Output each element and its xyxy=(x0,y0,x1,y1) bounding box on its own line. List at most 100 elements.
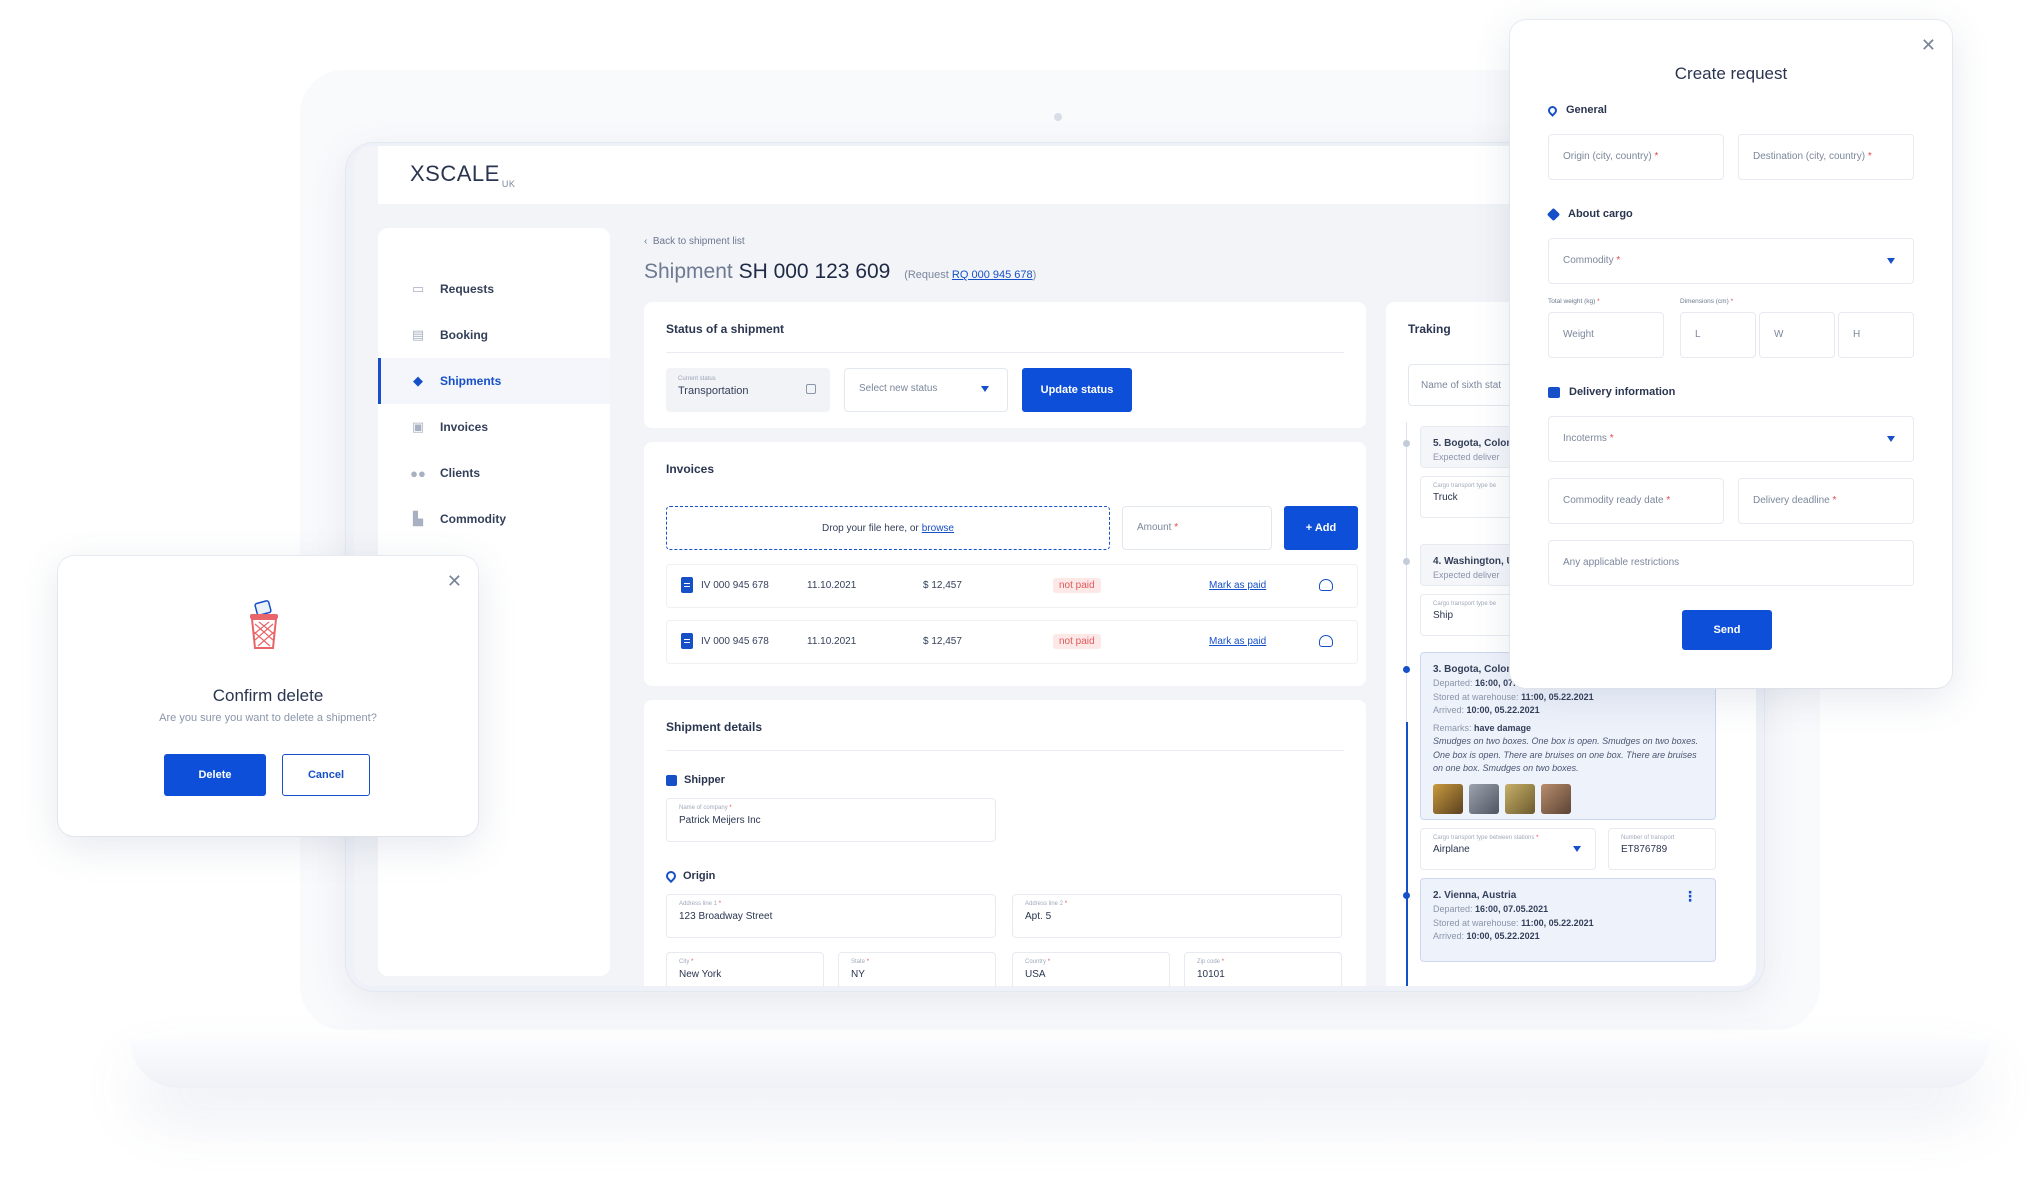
document-icon xyxy=(681,577,693,593)
sidebar-item-requests[interactable]: ▭ Requests xyxy=(378,266,610,312)
origin-label: Origin xyxy=(663,868,715,884)
general-section-label: General xyxy=(1546,103,1607,117)
incoterms-select[interactable]: Incoterms * xyxy=(1548,416,1914,462)
calendar-icon xyxy=(1548,386,1560,398)
shipper-label: Shipper xyxy=(666,774,725,786)
photo-thumbnail[interactable] xyxy=(1469,783,1499,814)
company-field[interactable]: Name of company * Patrick Meijers Inc xyxy=(666,798,996,842)
logo[interactable]: XSCALE UK xyxy=(410,161,515,188)
origin-input[interactable]: Origin (city, country) * xyxy=(1548,134,1724,180)
about-cargo-section-label: About cargo xyxy=(1546,207,1633,221)
sidebar-item-booking[interactable]: ▤ Booking xyxy=(378,312,610,358)
status-select[interactable]: Select new status xyxy=(844,368,1008,412)
invoices-heading: Invoices xyxy=(666,462,715,476)
delivery-deadline-input[interactable]: Delivery deadline * xyxy=(1738,478,1914,524)
invoice-row: IV 000 945 678 11.10.2021 $ 12,457 not p… xyxy=(666,620,1358,664)
add-invoice-button[interactable]: + Add xyxy=(1284,506,1358,550)
camera xyxy=(1054,113,1062,121)
chevron-down-icon xyxy=(981,386,989,392)
confirm-delete-modal: ✕ Confirm delete Are you sure you want t… xyxy=(58,556,478,836)
timeline-dot xyxy=(1403,666,1410,673)
create-request-modal: ✕ Create request General Origin (city, c… xyxy=(1510,20,1952,688)
close-icon[interactable]: ✕ xyxy=(1921,36,1936,54)
update-status-button[interactable]: Update status xyxy=(1022,368,1132,412)
chevron-down-icon xyxy=(1887,436,1895,442)
address1-field[interactable]: Address line 1 * 123 Broadway Street xyxy=(666,894,996,938)
invoice-row: IV 000 945 678 11.10.2021 $ 12,457 not p… xyxy=(666,564,1358,608)
building-icon xyxy=(666,774,677,786)
state-field[interactable]: State * NY xyxy=(838,952,996,986)
delivery-section-label: Delivery information xyxy=(1548,386,1675,398)
timeline-dot xyxy=(1403,892,1410,899)
photo-thumbnail[interactable] xyxy=(1433,783,1463,814)
timeline-dot xyxy=(1403,558,1410,565)
document-icon xyxy=(681,633,693,649)
length-input[interactable]: L xyxy=(1680,312,1756,358)
inbox-icon: ▭ xyxy=(411,281,425,296)
address2-field[interactable]: Address line 2 * Apt. 5 xyxy=(1012,894,1342,938)
amount-input[interactable]: Amount * xyxy=(1122,506,1272,550)
mark-as-paid-link[interactable]: Mark as paid xyxy=(1209,580,1266,591)
total-weight-label: Total weight (kg) * xyxy=(1548,298,1600,305)
timeline-progress xyxy=(1406,722,1408,986)
box-icon: ◆ xyxy=(413,373,423,388)
dimensions-label: Dimensions (cm) * xyxy=(1680,298,1734,305)
shipment-details-card: Shipment details Shipper Name of company… xyxy=(644,700,1366,986)
location-pin-icon xyxy=(663,868,679,884)
chevron-down-icon xyxy=(1573,846,1581,852)
modal-message: Are you sure you want to delete a shipme… xyxy=(159,712,377,724)
request-link[interactable]: RQ 000 945 678 xyxy=(952,269,1033,281)
status-card: Status of a shipment Current status Tran… xyxy=(644,302,1366,428)
width-input[interactable]: W xyxy=(1759,312,1835,358)
country-field[interactable]: Country * USA xyxy=(1012,952,1170,986)
page-title: Shipment SH 000 123 609 (Request RQ 000 … xyxy=(644,260,1037,283)
sidebar-item-commodity[interactable]: ▙ Commodity xyxy=(378,496,610,542)
cancel-button[interactable]: Cancel xyxy=(282,754,370,796)
lock-icon xyxy=(806,384,816,394)
modal-title: Confirm delete xyxy=(212,686,324,705)
transport-type-select[interactable]: Cargo transport type between stations * A… xyxy=(1420,828,1596,870)
file-drop-zone[interactable]: Drop your file here, or browse xyxy=(666,506,1110,550)
mark-as-paid-link[interactable]: Mark as paid xyxy=(1209,636,1266,647)
details-heading: Shipment details xyxy=(666,720,763,734)
transport-number-field[interactable]: Number of transport ET876789 xyxy=(1608,828,1716,870)
download-icon[interactable] xyxy=(1319,579,1333,591)
tracking-heading: Traking xyxy=(1408,322,1451,336)
tracking-stop[interactable]: 2. Vienna, Austria Departed: 16:00, 07.0… xyxy=(1420,878,1716,962)
box-icon xyxy=(1546,207,1561,221)
more-options-icon[interactable]: ⋮ xyxy=(1683,889,1697,903)
browse-link[interactable]: browse xyxy=(922,523,954,534)
status-badge: not paid xyxy=(1053,634,1101,649)
sidebar-item-invoices[interactable]: ▣ Invoices xyxy=(378,404,610,450)
ready-date-input[interactable]: Commodity ready date * xyxy=(1548,478,1724,524)
height-input[interactable]: H xyxy=(1838,312,1914,358)
photo-thumbnail[interactable] xyxy=(1505,783,1535,814)
trash-bin-icon xyxy=(250,600,278,649)
status-heading: Status of a shipment xyxy=(666,322,785,336)
current-status-field: Current status Transportation xyxy=(666,368,830,412)
factory-icon: ▙ xyxy=(413,511,423,526)
close-icon[interactable]: ✕ xyxy=(447,572,462,590)
chevron-down-icon xyxy=(1887,258,1895,264)
modal-title: Create request xyxy=(1674,64,1788,83)
city-field[interactable]: City * New York xyxy=(666,952,824,986)
invoice-icon: ▣ xyxy=(411,419,425,434)
users-icon: ●● xyxy=(410,465,426,481)
photo-thumbnail[interactable] xyxy=(1541,783,1571,814)
photo-thumbnails xyxy=(1433,783,1703,814)
zip-field[interactable]: Zip code * 10101 xyxy=(1184,952,1342,986)
restrictions-input[interactable]: Any applicable restrictions xyxy=(1548,540,1914,586)
weight-input[interactable]: Weight xyxy=(1548,312,1664,358)
invoices-card: Invoices Drop your file here, or browse A… xyxy=(644,442,1366,686)
download-icon[interactable] xyxy=(1319,635,1333,647)
commodity-select[interactable]: Commodity * xyxy=(1548,238,1914,284)
calendar-icon: ▤ xyxy=(411,327,425,342)
back-link[interactable]: ‹ Back to shipment list xyxy=(644,236,745,247)
timeline-dot xyxy=(1403,440,1410,447)
destination-input[interactable]: Destination (city, country) * xyxy=(1738,134,1914,180)
sidebar-item-shipments[interactable]: ◆ Shipments xyxy=(378,358,610,404)
delete-button[interactable]: Delete xyxy=(164,754,266,796)
sidebar-item-clients[interactable]: ●● Clients xyxy=(378,450,610,496)
send-button[interactable]: Send xyxy=(1682,610,1772,650)
status-badge: not paid xyxy=(1053,578,1101,593)
